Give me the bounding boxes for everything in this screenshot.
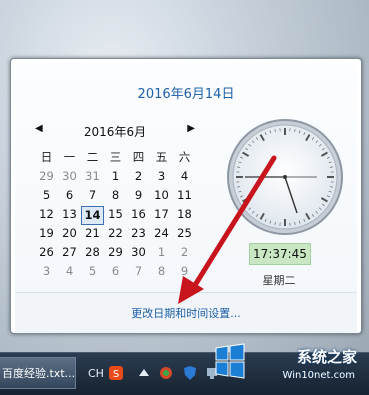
calendar-day[interactable]: 13 [58, 206, 81, 225]
calendar-day[interactable]: 7 [81, 187, 104, 206]
calendar-day[interactable]: 24 [150, 225, 173, 244]
calendar-day[interactable]: 18 [173, 206, 196, 225]
input-language-indicator[interactable]: CH [88, 367, 104, 380]
calendar-day[interactable]: 23 [127, 225, 150, 244]
calendar-day[interactable]: 30 [58, 168, 81, 187]
weekday-header: 五 [150, 149, 173, 168]
calendar-day[interactable]: 26 [35, 244, 58, 263]
taskbar-window-button[interactable]: 百度经验.txt... [0, 357, 76, 389]
weekday-header: 六 [173, 149, 196, 168]
calendar-week-row: 12131415161718 [35, 206, 196, 225]
arrow-up-icon[interactable] [136, 365, 152, 381]
popup-body: 2016年6月14日 ◀ 2016年6月 ▶ 日一二三四五六2930311234… [15, 63, 357, 333]
calendar-day[interactable]: 1 [104, 168, 127, 187]
weekday-header: 四 [127, 149, 150, 168]
calendar-grid: 日一二三四五六293031123456789101112131415161718… [35, 149, 196, 282]
watermark-title: 系统之家 [297, 346, 357, 367]
calendar-day[interactable]: 25 [173, 225, 196, 244]
calendar-day[interactable]: 20 [58, 225, 81, 244]
weekday-header: 一 [58, 149, 81, 168]
calendar-day[interactable]: 8 [104, 187, 127, 206]
calendar-day[interactable]: 2 [127, 168, 150, 187]
calendar-week-row: 3456789 [35, 263, 196, 282]
calendar-day[interactable]: 29 [104, 244, 127, 263]
calendar-day-today[interactable]: 14 [81, 206, 104, 225]
digital-time: 17:37:45 [249, 243, 311, 265]
calendar-day[interactable]: 15 [104, 206, 127, 225]
calendar-day[interactable]: 22 [104, 225, 127, 244]
calendar-day[interactable]: 31 [81, 168, 104, 187]
calendar-day[interactable]: 4 [173, 168, 196, 187]
calendar-day[interactable]: 30 [127, 244, 150, 263]
svg-text:S: S [113, 369, 119, 380]
calendar-day[interactable]: 5 [35, 187, 58, 206]
next-month-icon[interactable]: ▶ [187, 123, 195, 134]
calendar-week-row: 567891011 [35, 187, 196, 206]
calendar-day[interactable]: 6 [58, 187, 81, 206]
calendar-day[interactable]: 16 [127, 206, 150, 225]
sogou-input-icon[interactable]: S [108, 365, 124, 381]
calendar-day[interactable]: 27 [58, 244, 81, 263]
calendar-day[interactable]: 19 [35, 225, 58, 244]
popup-footer: 更改日期和时间设置... [15, 292, 357, 333]
calendar-day[interactable]: 8 [150, 263, 173, 282]
analog-clock [225, 117, 345, 237]
calendar-day[interactable]: 3 [35, 263, 58, 282]
weekday-header: 三 [104, 149, 127, 168]
calendar-week-row: 2930311234 [35, 168, 196, 187]
game-icon[interactable] [158, 365, 174, 381]
calendar-day[interactable]: 5 [81, 263, 104, 282]
calendar-day[interactable]: 9 [173, 263, 196, 282]
month-label[interactable]: 2016年6月 [35, 123, 195, 140]
calendar-day[interactable]: 28 [81, 244, 104, 263]
calendar-day[interactable]: 1 [150, 244, 173, 263]
calendar-day[interactable]: 29 [35, 168, 58, 187]
watermark-url: Win10net.com [283, 370, 355, 381]
calendar-day[interactable]: 2 [173, 244, 196, 263]
calendar-day[interactable]: 7 [127, 263, 150, 282]
calendar-day[interactable]: 21 [81, 225, 104, 244]
calendar-day[interactable]: 11 [173, 187, 196, 206]
calendar-week-row: 262728293012 [35, 244, 196, 263]
calendar-day[interactable]: 4 [58, 263, 81, 282]
weekday-header: 二 [81, 149, 104, 168]
calendar-navigation: ◀ 2016年6月 ▶ [35, 121, 195, 141]
calendar-day[interactable]: 6 [104, 263, 127, 282]
weekday-header: 日 [35, 149, 58, 168]
calendar-week-row: 19202122232425 [35, 225, 196, 244]
calendar-day[interactable]: 9 [127, 187, 150, 206]
change-date-time-settings-link[interactable]: 更改日期和时间设置... [15, 305, 357, 321]
calendar-day[interactable]: 3 [150, 168, 173, 187]
win10net-logo-icon [212, 342, 248, 382]
current-date-title[interactable]: 2016年6月14日 [15, 83, 357, 102]
date-time-popup: 2016年6月14日 ◀ 2016年6月 ▶ 日一二三四五六2930311234… [10, 58, 362, 334]
calendar-day[interactable]: 10 [150, 187, 173, 206]
calendar-day[interactable]: 17 [150, 206, 173, 225]
weekday-label: 星期二 [249, 272, 309, 288]
calendar-day[interactable]: 12 [35, 206, 58, 225]
weekday-header-row: 日一二三四五六 [35, 149, 196, 168]
shield-icon[interactable] [182, 365, 198, 381]
